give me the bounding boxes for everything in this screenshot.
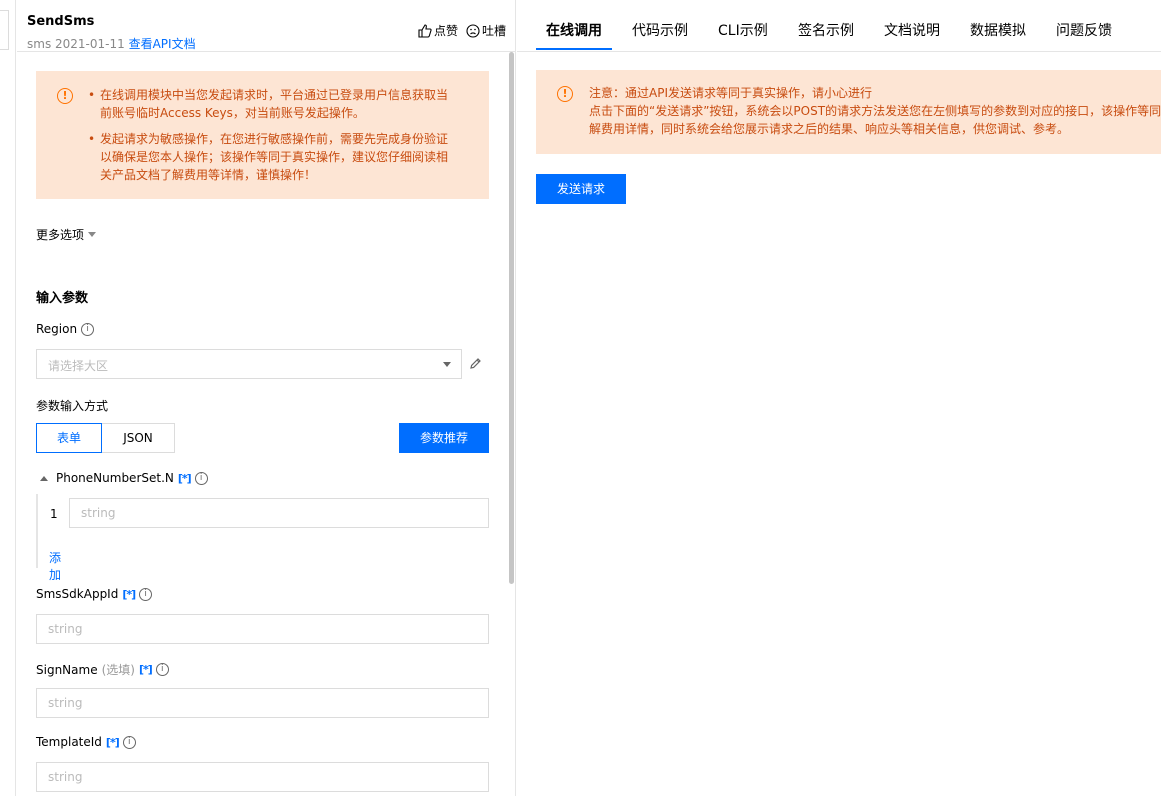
region-label-text: Region <box>36 322 78 336</box>
api-doc-link[interactable]: 查看API文档 <box>129 37 196 51</box>
required-mark: [*] <box>177 471 192 485</box>
placeholder: string <box>48 696 83 710</box>
right-tabs: 在线调用 代码示例 CLI示例 签名示例 文档说明 数据模拟 问题反馈 <box>517 0 1161 52</box>
warning-icon: ! <box>57 88 73 104</box>
required-mark: [*] <box>122 587 136 601</box>
input-mode-switch: 表单 JSON <box>36 423 175 453</box>
sidebar-toggle[interactable] <box>0 10 9 50</box>
info-icon[interactable]: i <box>122 735 136 749</box>
api-meta: sms 2021-01-11 查看API文档 <box>27 35 196 52</box>
optional-text: (选填) <box>101 663 135 677</box>
warning-item: 发起请求为敏感操作，在您进行敏感操作前，需要先完成身份验证以确保是您本人操作；该… <box>88 130 458 184</box>
notice-box: ! 注意：通过API发送请求等同于真实操作，请小心进行 点击下面的“发送请求”按… <box>536 70 1161 154</box>
mode-json-button[interactable]: JSON <box>102 423 175 453</box>
caret-up-icon <box>40 475 48 481</box>
phone-number-input[interactable]: string <box>69 498 489 528</box>
template-id-label: TemplateId [*] i <box>36 735 136 749</box>
placeholder: string <box>48 622 83 636</box>
left-panel-scrollbar[interactable] <box>509 52 514 584</box>
required-mark: [*] <box>105 735 120 749</box>
sms-sdk-app-id-label-text: SmsSdkAppId <box>36 587 119 601</box>
info-icon[interactable]: i <box>81 322 95 336</box>
more-options-toggle[interactable]: 更多选项 <box>36 226 97 243</box>
thumbs-up-icon <box>418 23 432 38</box>
add-item-link[interactable]: 添加 <box>49 549 61 583</box>
required-mark: [*] <box>138 663 153 676</box>
tab-cli-example[interactable]: CLI示例 <box>718 20 768 40</box>
info-icon[interactable]: i <box>155 663 169 676</box>
right-panel: 在线调用 代码示例 CLI示例 签名示例 文档说明 数据模拟 问题反馈 ! 注意… <box>517 0 1161 796</box>
region-label: Region i <box>36 322 95 336</box>
input-params-title: 输入参数 <box>36 291 89 306</box>
warning-item: 在线调用模块中当您发起请求时，平台通过已登录用户信息获取当前账号临时Access… <box>88 86 458 122</box>
sign-name-label-text: SignName <box>36 662 98 677</box>
left-panel: SendSms sms 2021-01-11 查看API文档 点赞 吐槽 ! •… <box>17 0 516 796</box>
api-explorer: SendSms sms 2021-01-11 查看API文档 点赞 吐槽 ! •… <box>0 0 1161 796</box>
array-row-index: 1 <box>50 507 58 521</box>
notice-text: 注意：通过API发送请求等同于真实操作，请小心进行 点击下面的“发送请求”按钮，… <box>589 84 1161 138</box>
like-button[interactable]: 点赞 <box>418 22 458 39</box>
complain-button[interactable]: 吐槽 <box>466 22 506 39</box>
notice-line: 点击下面的“发送请求”按钮，系统会以POST的请求方法发送您在左侧填写的参数到对… <box>589 104 1161 118</box>
template-id-input[interactable]: string <box>36 762 489 792</box>
complain-label: 吐槽 <box>481 24 506 38</box>
send-request-button[interactable]: 发送请求 <box>536 174 626 204</box>
tab-online-call[interactable]: 在线调用 <box>546 20 602 40</box>
notice-line: 注意：通过API发送请求等同于真实操作，请小心进行 <box>589 86 872 100</box>
pencil-icon[interactable] <box>469 357 482 373</box>
phone-number-set-label[interactable]: PhoneNumberSet.N [*] i <box>40 471 208 485</box>
sign-name-input[interactable]: string <box>36 688 489 718</box>
tab-feedback[interactable]: 问题反馈 <box>1056 20 1112 40</box>
sms-sdk-app-id-label: SmsSdkAppId [*] i <box>36 587 153 601</box>
tab-code-example[interactable]: 代码示例 <box>632 20 688 40</box>
input-mode-label: 参数输入方式 <box>36 399 109 413</box>
feedback-actions: 点赞 吐槽 <box>418 22 506 39</box>
api-name: SendSms <box>27 14 95 29</box>
chevron-down-icon <box>443 362 451 367</box>
template-id-label-text: TemplateId <box>36 735 102 749</box>
sms-sdk-app-id-input[interactable]: string <box>36 614 489 644</box>
caret-down-icon <box>88 232 97 237</box>
sign-name-label: SignName (选填) [*] i <box>36 661 169 678</box>
tab-documentation[interactable]: 文档说明 <box>884 20 940 40</box>
notice-line: 解费用详情，同时系统会给您展示请求之后的结果、响应头等相关信息，供您调试、参考。 <box>589 122 1070 136</box>
like-label: 点赞 <box>433 24 458 38</box>
api-header: SendSms sms 2021-01-11 查看API文档 点赞 吐槽 <box>17 0 515 52</box>
phone-number-set-label-text: PhoneNumberSet.N <box>56 471 174 485</box>
region-placeholder: 请选择大区 <box>48 359 109 373</box>
active-tab-indicator <box>536 48 612 50</box>
region-select[interactable]: 请选择大区 <box>36 349 462 379</box>
info-icon[interactable]: i <box>139 587 153 601</box>
warning-icon: ! <box>557 86 573 102</box>
tab-signature-example[interactable]: 签名示例 <box>798 20 854 40</box>
param-recommend-button[interactable]: 参数推荐 <box>399 423 489 453</box>
mode-form-button[interactable]: 表单 <box>36 423 102 453</box>
array-guide-line <box>36 494 38 568</box>
tab-data-mock[interactable]: 数据模拟 <box>970 20 1026 40</box>
placeholder: string <box>48 770 83 784</box>
api-version: sms 2021-01-11 <box>27 37 125 51</box>
sad-face-icon <box>466 23 480 38</box>
placeholder: string <box>81 506 116 520</box>
warning-box: ! 在线调用模块中当您发起请求时，平台通过已登录用户信息获取当前账号临时Acce… <box>36 71 489 199</box>
warning-list: 在线调用模块中当您发起请求时，平台通过已登录用户信息获取当前账号临时Access… <box>88 86 458 192</box>
info-icon[interactable]: i <box>194 471 208 485</box>
more-options-label: 更多选项 <box>36 228 85 242</box>
collapsed-sidebar <box>0 0 16 796</box>
